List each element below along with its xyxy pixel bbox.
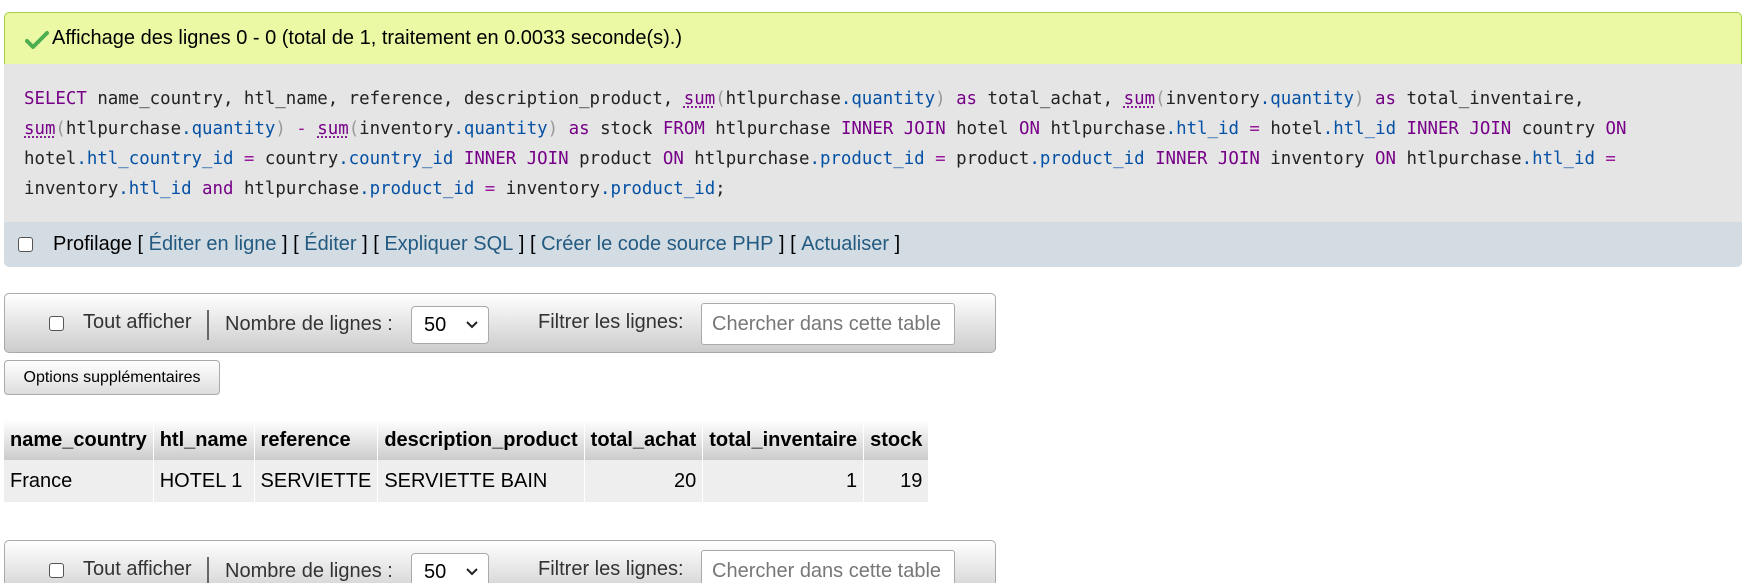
show-all-label[interactable]: Tout afficher xyxy=(83,311,192,334)
table-cell[interactable]: 20 xyxy=(584,460,704,502)
column-header[interactable]: stock xyxy=(863,420,930,460)
rows-count-select[interactable]: 50 xyxy=(411,553,489,583)
table-cell[interactable]: SERVIETTE xyxy=(254,460,379,502)
rows-count-label: Nombre de lignes : xyxy=(225,560,393,582)
bottom-navigation-bar: Tout afficher Nombre de lignes : 50 Filt… xyxy=(4,540,996,583)
success-message: Affichage des lignes 0 - 0 (total de 1, … xyxy=(4,12,1742,64)
rows-count-value: 50 xyxy=(424,314,447,336)
filter-rows-input[interactable] xyxy=(701,550,955,583)
top-navigation-bar: Tout afficher Nombre de lignes : 50 Filt… xyxy=(4,293,996,353)
table-cell[interactable]: SERVIETTE BAIN xyxy=(377,460,585,502)
show-all-checkbox[interactable] xyxy=(49,316,64,331)
chevron-down-icon xyxy=(466,568,478,576)
table-cell[interactable]: France xyxy=(4,460,154,502)
results-table: name_country htl_name reference descript… xyxy=(4,420,930,502)
profiling-bar: Profilage [ Éditer en ligne ] [ Éditer ]… xyxy=(4,222,1742,267)
filter-rows-label: Filtrer les lignes: xyxy=(538,311,684,333)
edit-inline-link[interactable]: Éditer en ligne xyxy=(149,233,277,256)
success-text: Affichage des lignes 0 - 0 (total de 1, … xyxy=(52,27,682,49)
table-cell[interactable]: 1 xyxy=(702,460,865,502)
explain-sql-link[interactable]: Expliquer SQL xyxy=(384,233,513,256)
show-all-label[interactable]: Tout afficher xyxy=(83,558,192,581)
edit-link[interactable]: Éditer xyxy=(304,233,356,256)
table-header-row: name_country htl_name reference descript… xyxy=(4,420,930,460)
extra-options-button[interactable]: Options supplémentaires xyxy=(4,360,220,395)
profiling-checkbox[interactable] xyxy=(18,237,33,252)
create-php-code-link[interactable]: Créer le code source PHP xyxy=(541,233,773,256)
filter-rows-input[interactable] xyxy=(701,303,955,345)
column-header[interactable]: total_inventaire xyxy=(702,420,865,460)
show-all-checkbox[interactable] xyxy=(49,563,64,578)
refresh-link[interactable]: Actualiser xyxy=(801,233,889,256)
separator xyxy=(207,310,209,340)
table-row: France HOTEL 1 SERVIETTE SERVIETTE BAIN … xyxy=(4,460,930,502)
chevron-down-icon xyxy=(466,321,478,329)
column-header[interactable]: description_product xyxy=(377,420,585,460)
query-results-page: Affichage des lignes 0 - 0 (total de 1, … xyxy=(0,0,1746,583)
rows-count-select[interactable]: 50 xyxy=(411,306,489,344)
profiling-label: Profilage xyxy=(53,233,132,255)
table-cell[interactable]: HOTEL 1 xyxy=(153,460,255,502)
sql-query[interactable]: SELECT name_country, htl_name, reference… xyxy=(4,64,1742,222)
rows-count-label: Nombre de lignes : xyxy=(225,313,393,335)
separator xyxy=(207,557,209,583)
column-header[interactable]: total_achat xyxy=(584,420,704,460)
column-header[interactable]: htl_name xyxy=(153,420,255,460)
rows-count-value: 50 xyxy=(424,561,447,583)
column-header[interactable]: reference xyxy=(254,420,379,460)
column-header[interactable]: name_country xyxy=(4,420,154,460)
table-cell[interactable]: 19 xyxy=(863,460,930,502)
check-icon xyxy=(25,31,49,49)
filter-rows-label: Filtrer les lignes: xyxy=(538,558,684,580)
